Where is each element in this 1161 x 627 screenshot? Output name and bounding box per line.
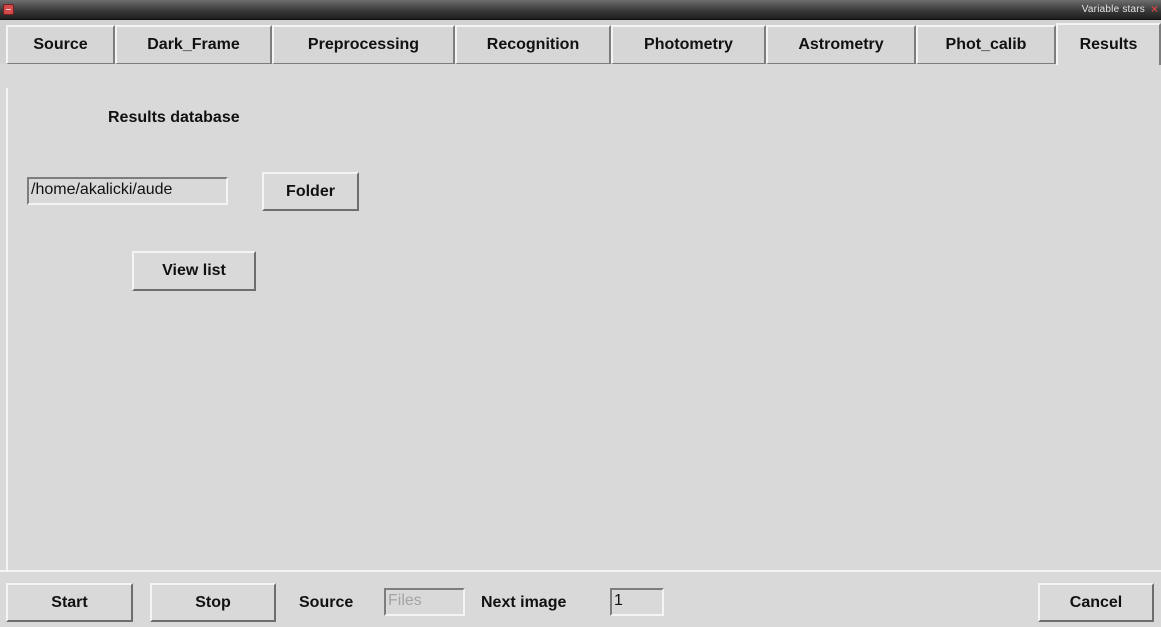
source-label: Source bbox=[299, 594, 354, 611]
tab-photometry[interactable]: Photometry bbox=[611, 25, 766, 64]
main-window: Variable stars × Source Dark_Frame Prepr… bbox=[0, 0, 1161, 627]
window-title: Variable stars bbox=[1081, 4, 1145, 15]
tab-preprocessing[interactable]: Preprocessing bbox=[272, 25, 455, 64]
source-field: Files bbox=[384, 588, 465, 616]
control-bar: Start Stop Source Files Next image 1 Can… bbox=[0, 570, 1161, 627]
tab-results[interactable]: Results bbox=[1056, 23, 1161, 65]
cancel-button[interactable]: Cancel bbox=[1038, 583, 1154, 622]
tab-phot-calib[interactable]: Phot_calib bbox=[916, 25, 1056, 64]
close-icon[interactable]: × bbox=[1151, 2, 1158, 16]
start-button[interactable]: Start bbox=[6, 583, 133, 622]
tab-dark-frame[interactable]: Dark_Frame bbox=[115, 25, 272, 64]
view-list-button[interactable]: View list bbox=[132, 251, 256, 291]
window-menu-icon[interactable] bbox=[3, 4, 14, 15]
tab-source[interactable]: Source bbox=[6, 25, 115, 64]
stop-button[interactable]: Stop bbox=[150, 583, 276, 622]
results-folder-field[interactable]: /home/akalicki/aude bbox=[27, 177, 228, 205]
next-image-label: Next image bbox=[481, 594, 567, 611]
title-bar[interactable]: Variable stars × bbox=[0, 0, 1161, 20]
tab-astrometry[interactable]: Astrometry bbox=[766, 25, 916, 64]
next-image-field[interactable]: 1 bbox=[610, 588, 664, 616]
tab-bar: Source Dark_Frame Preprocessing Recognit… bbox=[0, 20, 1161, 65]
results-panel: Results database /home/akalicki/aude Fol… bbox=[6, 88, 1161, 570]
tab-recognition[interactable]: Recognition bbox=[455, 25, 611, 64]
results-database-heading: Results database bbox=[108, 109, 240, 126]
folder-button[interactable]: Folder bbox=[262, 172, 359, 211]
